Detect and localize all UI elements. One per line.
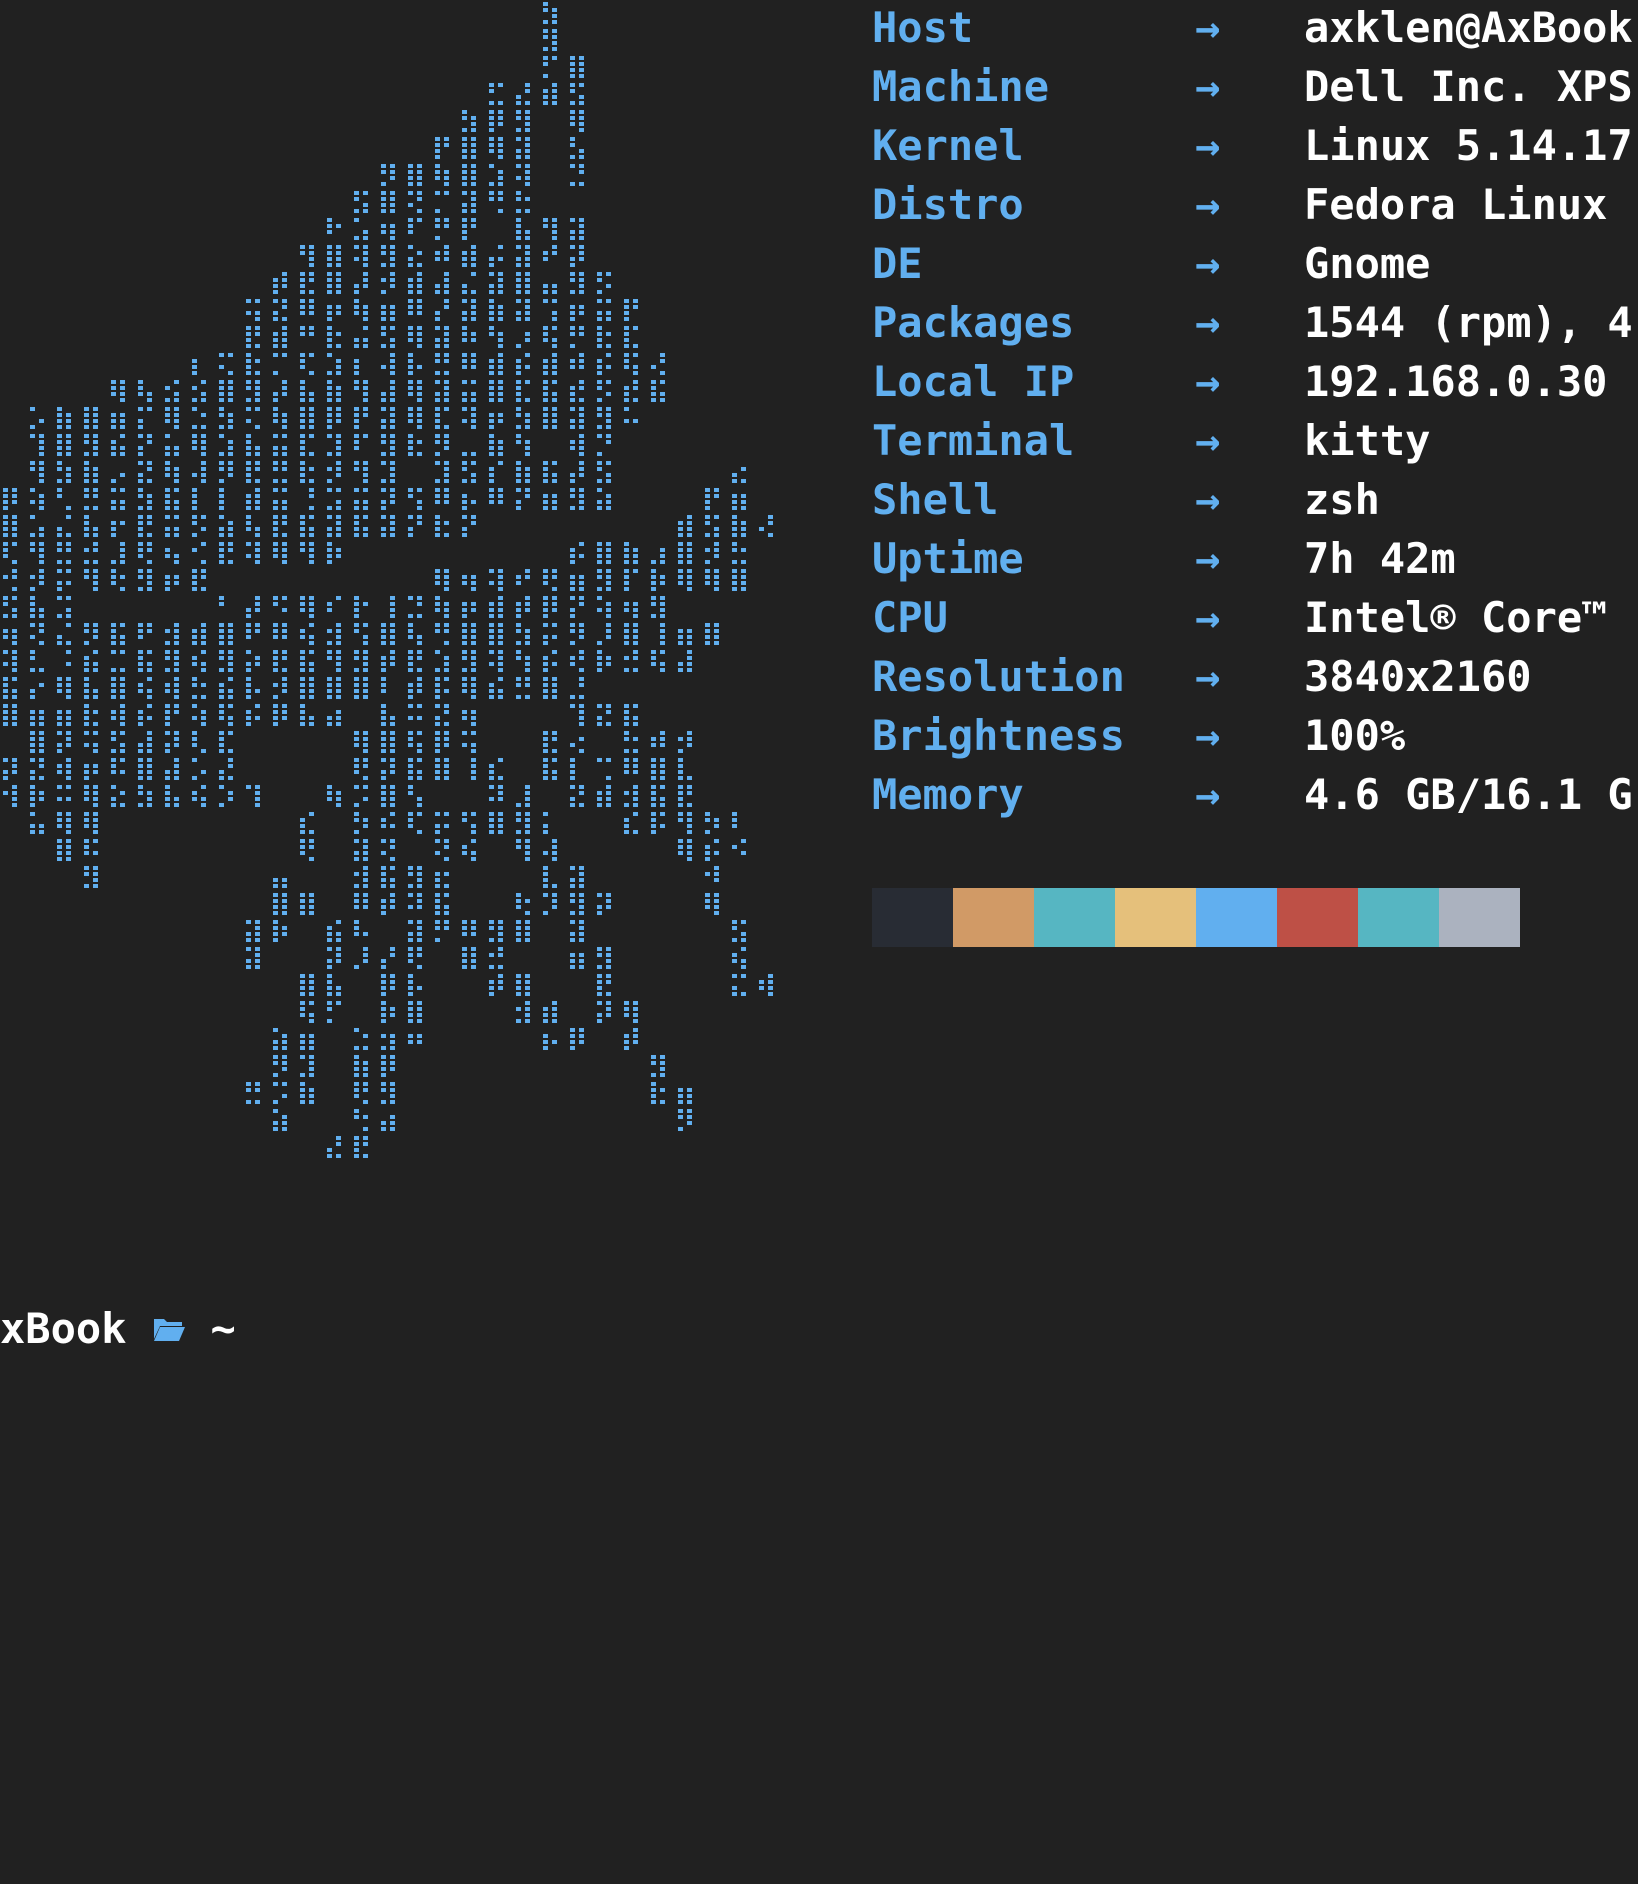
arrow-icon: → bbox=[1195, 593, 1221, 642]
info-value: kitty bbox=[1304, 416, 1431, 465]
info-row-local-ip: Local IP → 192.168.0.30 bbox=[872, 358, 1638, 417]
ascii-dragon-logo bbox=[3, 2, 773, 1158]
info-value: Linux 5.14.17 bbox=[1304, 121, 1633, 170]
info-key: DE bbox=[872, 239, 923, 288]
info-value: Fedora Linux bbox=[1304, 180, 1608, 229]
info-row-resolution: Resolution → 3840x2160 bbox=[872, 653, 1638, 712]
arrow-icon: → bbox=[1195, 711, 1221, 760]
info-row-kernel: Kernel → Linux 5.14.17 bbox=[872, 122, 1638, 181]
info-row-distro: Distro → Fedora Linux bbox=[872, 181, 1638, 240]
info-key: Uptime bbox=[872, 534, 1024, 583]
arrow-icon: → bbox=[1195, 475, 1221, 524]
info-row-shell: Shell → zsh bbox=[872, 476, 1638, 535]
palette-swatch bbox=[1277, 888, 1358, 947]
info-row-cpu: CPU → Intel® Core™ bbox=[872, 594, 1638, 653]
arrow-icon: → bbox=[1195, 534, 1221, 583]
info-key: Packages bbox=[872, 298, 1075, 347]
info-key: Shell bbox=[872, 475, 999, 524]
folder-open-icon bbox=[152, 1304, 186, 1353]
info-key: Brightness bbox=[872, 711, 1125, 760]
arrow-icon: → bbox=[1195, 652, 1221, 701]
color-palette bbox=[872, 888, 1520, 947]
palette-swatch bbox=[1115, 888, 1196, 947]
info-value: Gnome bbox=[1304, 239, 1431, 288]
info-value: 192.168.0.30 bbox=[1304, 357, 1608, 406]
system-info-panel: Host → axklen@AxBook Machine → Dell Inc.… bbox=[872, 4, 1638, 830]
info-key: Terminal bbox=[872, 416, 1075, 465]
prompt-cwd: ~ bbox=[210, 1303, 236, 1353]
palette-swatch bbox=[1034, 888, 1115, 947]
palette-swatch bbox=[872, 888, 953, 947]
palette-swatch bbox=[953, 888, 1034, 947]
arrow-icon: → bbox=[1195, 62, 1221, 111]
shell-prompt[interactable]: xBook ~ bbox=[0, 1300, 236, 1356]
palette-swatch bbox=[1358, 888, 1439, 947]
palette-swatch bbox=[1439, 888, 1520, 947]
info-row-de: DE → Gnome bbox=[872, 240, 1638, 299]
info-value: 100% bbox=[1304, 711, 1406, 760]
info-value: 7h 42m bbox=[1304, 534, 1456, 583]
arrow-icon: → bbox=[1195, 239, 1221, 288]
arrow-icon: → bbox=[1195, 416, 1221, 465]
info-row-memory: Memory → 4.6 GB/16.1 G bbox=[872, 771, 1638, 830]
info-value: zsh bbox=[1304, 475, 1380, 524]
info-key: Host bbox=[872, 4, 974, 52]
info-row-machine: Machine → Dell Inc. XPS bbox=[872, 63, 1638, 122]
info-key: Distro bbox=[872, 180, 1024, 229]
info-key: Machine bbox=[872, 62, 1050, 111]
arrow-icon: → bbox=[1195, 4, 1221, 52]
info-value: Dell Inc. XPS bbox=[1304, 62, 1633, 111]
info-row-brightness: Brightness → 100% bbox=[872, 712, 1638, 771]
arrow-icon: → bbox=[1195, 298, 1221, 347]
arrow-icon: → bbox=[1195, 121, 1221, 170]
info-value: Intel® Core™ bbox=[1304, 593, 1608, 642]
info-value: 4.6 GB/16.1 G bbox=[1304, 770, 1633, 819]
prompt-host: xBook bbox=[0, 1303, 127, 1353]
info-key: Resolution bbox=[872, 652, 1125, 701]
info-key: CPU bbox=[872, 593, 948, 642]
palette-swatch bbox=[1196, 888, 1277, 947]
arrow-icon: → bbox=[1195, 357, 1221, 406]
info-key: Local IP bbox=[872, 357, 1075, 406]
info-key: Memory bbox=[872, 770, 1024, 819]
info-row-host: Host → axklen@AxBook bbox=[872, 4, 1638, 63]
info-value: axklen@AxBook bbox=[1304, 4, 1633, 52]
info-row-terminal: Terminal → kitty bbox=[872, 417, 1638, 476]
arrow-icon: → bbox=[1195, 770, 1221, 819]
info-row-uptime: Uptime → 7h 42m bbox=[872, 535, 1638, 594]
info-row-packages: Packages → 1544 (rpm), 4 bbox=[872, 299, 1638, 358]
info-key: Kernel bbox=[872, 121, 1024, 170]
info-value: 3840x2160 bbox=[1304, 652, 1532, 701]
arrow-icon: → bbox=[1195, 180, 1221, 229]
info-value: 1544 (rpm), 4 bbox=[1304, 298, 1633, 347]
